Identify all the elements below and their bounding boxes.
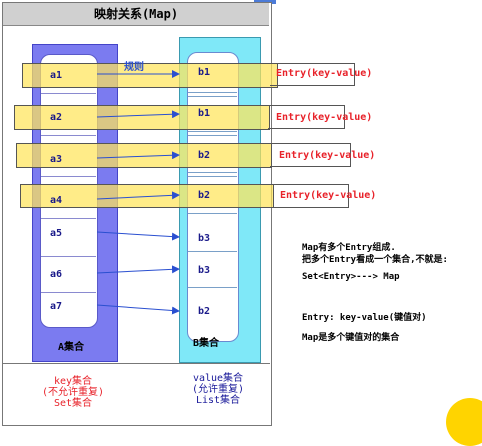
caption-divider xyxy=(2,363,270,364)
set-b-caption-line: value集合 xyxy=(192,373,244,384)
set-a-divider xyxy=(41,93,96,94)
set-b-item: b1 xyxy=(198,67,211,78)
set-b-divider xyxy=(188,131,237,132)
set-a-item: a3 xyxy=(50,154,63,165)
set-b-item: b2 xyxy=(198,150,211,161)
set-a-divider xyxy=(41,292,96,293)
note-line-3: Set<Entry>---> Map xyxy=(302,272,400,282)
diagram-title: 映射关系(Map) xyxy=(3,3,269,26)
set-b-item: b1 xyxy=(198,108,211,119)
entry-label: Entry(key-value) xyxy=(276,112,373,123)
set-b-divider xyxy=(188,96,237,97)
set-b-divider xyxy=(188,135,237,136)
set-a-item: a7 xyxy=(50,301,63,312)
set-b-item: b3 xyxy=(198,265,211,276)
set-a-divider xyxy=(41,135,96,136)
set-a-divider xyxy=(41,256,96,257)
set-b-divider xyxy=(188,287,237,288)
entry-label: Entry(key-value) xyxy=(279,150,376,161)
set-b-divider xyxy=(188,172,237,173)
set-a-item: a1 xyxy=(50,70,63,81)
set-b-divider xyxy=(188,176,237,177)
set-a-caption-line: Set集合 xyxy=(53,398,93,409)
entry-label: Entry(key-value) xyxy=(280,190,377,201)
set-b-caption-line: List集合 xyxy=(195,395,241,406)
set-b-divider xyxy=(188,251,237,252)
set-b-item: b2 xyxy=(198,190,211,201)
set-b-item: b3 xyxy=(198,233,211,244)
set-a-item: a5 xyxy=(50,228,63,239)
set-b-divider xyxy=(188,213,237,214)
rule-label: 规则 xyxy=(124,62,144,73)
set-a-divider xyxy=(41,176,96,177)
set-b-divider xyxy=(188,92,237,93)
yellow-decoration xyxy=(446,398,482,446)
note-line-2: 把多个Entry看成一个集合,不就是: xyxy=(302,255,448,265)
set-a-item: a2 xyxy=(50,112,63,123)
set-a-label: A集合 xyxy=(58,342,85,353)
entry-label: Entry(key-value) xyxy=(276,68,373,79)
set-b-caption: value集合 (允许重复) List集合 xyxy=(168,373,268,406)
set-b-caption-line: (允许重复) xyxy=(191,384,245,395)
set-a-item: a6 xyxy=(50,269,63,280)
set-b-label: B集合 xyxy=(193,338,220,349)
set-b-item: b2 xyxy=(198,306,211,317)
set-a-item: a4 xyxy=(50,195,63,206)
set-a-caption-line: (不允许重复) xyxy=(41,387,105,398)
set-a-divider xyxy=(41,218,96,219)
note-line-4: Entry: key-value(键值对) xyxy=(302,313,427,323)
set-a-caption: key集合 (不允许重复) Set集合 xyxy=(28,376,118,409)
set-a-caption-line: key集合 xyxy=(53,376,93,387)
note-line-5: Map是多个键值对的集合 xyxy=(302,333,400,343)
